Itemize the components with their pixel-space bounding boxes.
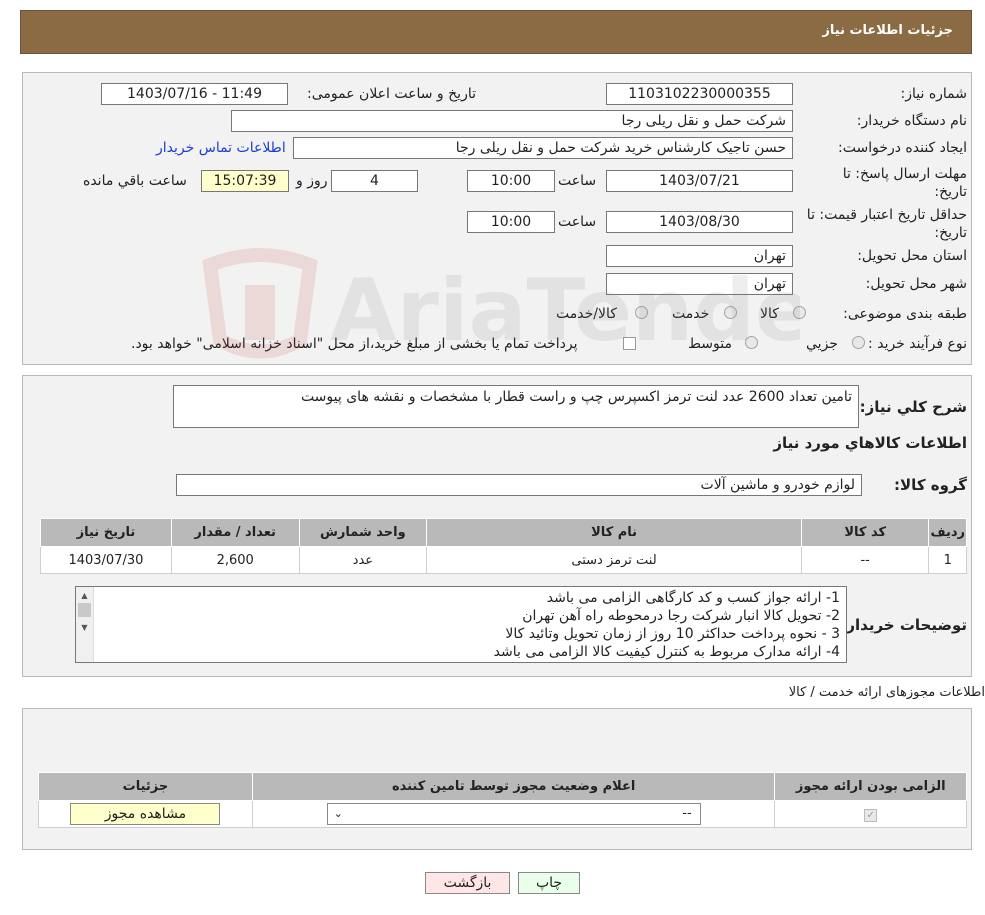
note-line-2: 2- تحویل کالا انبار شرکت رجا درمحوطه راه…: [522, 608, 840, 624]
back-button[interactable]: بازگشت: [425, 872, 510, 894]
table-row: 1 -- لنت ترمز دستی عدد 2,600 1403/07/30: [40, 546, 967, 574]
note-line-1: 1- ارائه جواز کسب و کد کارگاهی الزامی می…: [546, 590, 840, 606]
cell-quantity: 2,600: [170, 546, 300, 574]
delivery-province-label: استان محل تحویل:: [857, 248, 967, 264]
response-deadline-time: 10:00: [467, 170, 555, 192]
price-validity-time: 10:00: [467, 211, 555, 233]
treasury-checkbox[interactable]: [623, 337, 636, 350]
request-creator-label: ایجاد کننده درخواست:: [838, 140, 967, 156]
process-medium-radio[interactable]: [745, 336, 758, 349]
response-deadline-date: 1403/07/21: [606, 170, 793, 192]
cell-unit: عدد: [298, 546, 428, 574]
permit-status-select[interactable]: -- ⌄: [326, 803, 701, 825]
response-deadline-label-line1: مهلت ارسال پاسخ: تا: [842, 166, 967, 182]
need-number-label: شماره نیاز:: [900, 86, 968, 102]
view-permit-button[interactable]: مشاهده مجوز: [70, 803, 221, 825]
scroll-thumb[interactable]: [78, 603, 91, 617]
price-validity-date: 1403/08/30: [606, 211, 793, 233]
category-goods-service-label: کالا/خدمت: [556, 306, 617, 322]
col-quantity: تعداد / مقدار: [170, 518, 300, 547]
category-service-label: خدمت: [672, 306, 710, 322]
subject-category-label: طبقه بندی موضوعی:: [843, 306, 967, 322]
delivery-city-label: شهر محل تحویل:: [865, 276, 967, 292]
response-deadline-label-line2: تاریخ:: [934, 184, 967, 200]
goods-table-header: رديف کد کالا نام کالا واحد شمارش تعداد /…: [40, 518, 967, 547]
note-line-3: 3 - نحوه پرداخت حداکثر 10 روز از زمان تح…: [505, 626, 840, 642]
page-title: جزئیات اطلاعات نیاز: [822, 23, 953, 38]
remaining-days-field: 4: [331, 170, 418, 192]
col-code: کد کالا: [800, 518, 930, 547]
cell-row: 1: [928, 546, 967, 574]
page-header: جزئیات اطلاعات نیاز: [20, 10, 972, 54]
buyer-contact-link[interactable]: اطلاعات تماس خریدار: [156, 140, 286, 156]
goods-table: رديف کد کالا نام کالا واحد شمارش تعداد /…: [40, 518, 967, 574]
permits-table: الزامی بودن ارائه مجوز اعلام وضعیت مجوز …: [38, 772, 967, 828]
remaining-time-label: ساعت باقي مانده: [83, 173, 187, 189]
cell-need-date: 1403/07/30: [40, 546, 172, 574]
permit-status-cell: -- ⌄: [251, 800, 776, 828]
announce-datetime-field: 1403/07/16 - 11:49: [101, 83, 288, 105]
buyer-notes-field: ▲ ▼ 1- ارائه جواز کسب و کد کارگاهی الزام…: [75, 586, 847, 663]
buyer-org-label: نام دستگاه خریدار:: [856, 113, 967, 129]
col-permit-required: الزامی بودن ارائه مجوز: [774, 772, 967, 801]
col-permit-status: اعلام وضعیت مجوز توسط تامین کننده: [251, 772, 776, 801]
scroll-up-icon[interactable]: ▲: [76, 587, 93, 601]
validity-time-label: ساعت: [558, 214, 597, 230]
delivery-province-field: تهران: [606, 245, 793, 267]
permit-status-value: --: [682, 806, 692, 821]
permits-section-title: اطلاعات مجوزهای ارائه خدمت / کالا: [788, 685, 985, 700]
category-service-radio[interactable]: [724, 306, 737, 319]
price-validity-label-line1: حداقل تاریخ اعتبار قیمت: تا: [806, 207, 967, 223]
need-summary-label: شرح کلي نياز:: [859, 398, 967, 416]
permit-row: ✓ -- ⌄ مشاهده مجوز: [38, 800, 967, 828]
price-validity-label-line2: تاریخ:: [934, 225, 967, 241]
col-unit: واحد شمارش: [298, 518, 428, 547]
chevron-down-icon: ⌄: [333, 807, 343, 820]
category-goods-label: کالا: [760, 306, 779, 322]
permits-table-header: الزامی بودن ارائه مجوز اعلام وضعیت مجوز …: [38, 772, 967, 801]
buyer-org-field: شرکت حمل و نقل ریلی رجا: [231, 110, 793, 132]
print-button[interactable]: چاپ: [518, 872, 580, 894]
permit-required-checkbox: ✓: [864, 808, 878, 822]
goods-group-label: گروه کالا:: [894, 476, 967, 494]
deadline-time-label: ساعت: [558, 173, 597, 189]
response-deadline-label: مهلت ارسال پاسخ: تا تاریخ:: [843, 165, 967, 201]
need-number-field: 1103102230000355: [606, 83, 793, 105]
cell-code: --: [800, 546, 930, 574]
purchase-process-label: نوع فرآیند خرید :: [868, 336, 967, 352]
process-minor-radio[interactable]: [852, 336, 865, 349]
buyer-notes-label: توضیحات خریدار:: [840, 616, 967, 634]
process-minor-label: جزیي: [806, 336, 838, 352]
price-validity-label: حداقل تاریخ اعتبار قیمت: تا تاریخ:: [807, 206, 967, 242]
process-medium-label: متوسط: [688, 336, 732, 352]
scroll-down-icon[interactable]: ▼: [76, 619, 93, 633]
col-name: نام کالا: [426, 518, 802, 547]
col-need-date: تاریخ نیاز: [40, 518, 172, 547]
cell-name: لنت ترمز دستی: [426, 546, 802, 574]
col-row: رديف: [928, 518, 967, 547]
notes-scrollbar[interactable]: ▲ ▼: [76, 587, 94, 662]
col-permit-details: جزئیات: [38, 772, 253, 801]
goods-section-title: اطلاعات کالاهاي مورد نياز: [773, 434, 967, 452]
delivery-city-field: تهران: [606, 273, 793, 295]
remaining-time-field: 15:07:39: [201, 170, 289, 192]
treasury-note: پرداخت تمام یا بخشی از مبلغ خرید،از محل …: [131, 336, 578, 352]
note-line-4: 4- ارائه مدارک مربوط به کنترل کیفیت کالا…: [493, 644, 840, 660]
category-goods-service-radio[interactable]: [635, 306, 648, 319]
remaining-days-label: روز و: [296, 173, 328, 189]
announce-datetime-label: تاریخ و ساعت اعلان عمومی:: [307, 86, 476, 102]
category-goods-radio[interactable]: [793, 306, 806, 319]
request-creator-field: حسن تاجیک کارشناس خرید شرکت حمل و نقل ری…: [293, 137, 793, 159]
permit-required-cell: ✓: [774, 800, 967, 828]
need-summary-field: تامین تعداد 2600 عدد لنت ترمز اکسپرس چپ …: [173, 385, 859, 428]
permit-details-cell: مشاهده مجوز: [38, 800, 253, 828]
goods-group-field: لوازم خودرو و ماشین آلات: [176, 474, 862, 496]
